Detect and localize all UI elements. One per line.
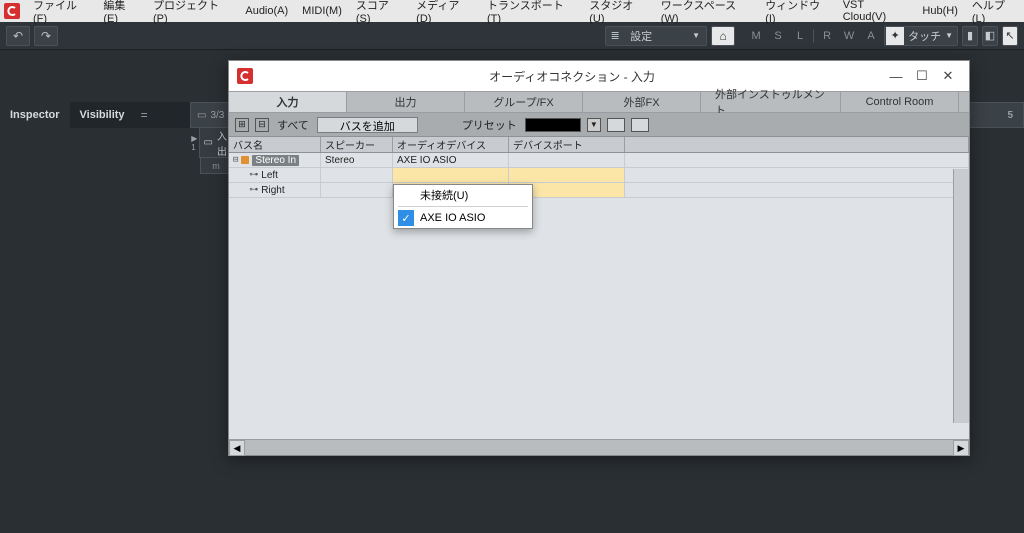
bus-grid: ⊟Stereo In Stereo AXE IO ASIO ⊶Left ⊶Rig… xyxy=(229,153,969,439)
main-toolbar: ↶ ↷ ≣ 設定 ▼ ⌂ M S L R W A ✦ タッチ ▼ ▮ ◧ ↖ xyxy=(0,22,1024,50)
tab-equals-icon[interactable]: = xyxy=(135,108,154,122)
left-panel: Inspector Visibility = xyxy=(0,50,190,533)
dialog-titlebar[interactable]: オーディオコネクション - 入力 — ☐ ✕ xyxy=(229,61,969,91)
bolt-icon: ✦ xyxy=(886,27,904,45)
menu-hub[interactable]: Hub(H) xyxy=(915,5,964,17)
app-icon xyxy=(237,68,253,84)
pointer-tool[interactable]: ↖ xyxy=(1002,26,1018,46)
table-row[interactable]: ⊶Right xyxy=(229,183,969,198)
column-headers: バス名 スピーカー オーディオデバイス デバイスポート xyxy=(229,137,969,153)
popup-option-device[interactable]: ✓ AXE IO ASIO xyxy=(394,208,532,228)
scroll-left-icon[interactable]: ◀ xyxy=(229,440,245,456)
tab-input[interactable]: 入力 xyxy=(229,92,347,112)
expand-all-button[interactable]: ⊞ xyxy=(235,118,249,132)
tab-output[interactable]: 出力 xyxy=(347,92,465,112)
a-toggle[interactable]: A xyxy=(862,26,880,46)
badge-icon: ▭ xyxy=(197,110,206,121)
device-popup: 未接続(U) ✓ AXE IO ASIO xyxy=(393,184,533,229)
settings-dropdown[interactable]: ≣ 設定 ▼ xyxy=(605,26,707,46)
maximize-button[interactable]: ☐ xyxy=(909,63,935,89)
tab-externalfx[interactable]: 外部FX xyxy=(583,92,701,112)
close-button[interactable]: ✕ xyxy=(935,63,961,89)
undo-button[interactable]: ↶ xyxy=(6,26,30,46)
speaker-icon xyxy=(241,156,249,164)
track-row[interactable]: ▭ 入出 xyxy=(199,128,232,158)
scroll-right-icon[interactable]: ▶ xyxy=(953,440,969,456)
mute-toggle[interactable]: M xyxy=(747,26,765,46)
preset-label: プリセット xyxy=(460,117,519,133)
menu-vstcloud[interactable]: VST Cloud(V) xyxy=(836,0,916,23)
solo-toggle[interactable]: S xyxy=(769,26,787,46)
menu-workspace[interactable]: ワークスペース(W) xyxy=(654,0,758,25)
collapse-all-button[interactable]: ⊟ xyxy=(255,118,269,132)
menu-score[interactable]: スコア(S) xyxy=(349,0,409,25)
horizontal-scrollbar[interactable]: ◀ ▶ xyxy=(229,439,969,455)
track-marker[interactable]: ▶1 xyxy=(190,128,199,158)
menu-media[interactable]: メディア(D) xyxy=(409,0,480,25)
write-toggle[interactable]: W xyxy=(840,26,858,46)
track-count: ▭ 3/3 xyxy=(190,102,232,128)
preset-save-button[interactable] xyxy=(607,118,625,132)
tab-visibility[interactable]: Visibility xyxy=(70,102,135,128)
col-busname[interactable]: バス名 xyxy=(229,137,321,152)
list-icon: ≣ xyxy=(606,29,624,42)
popup-divider xyxy=(398,206,528,207)
add-bus-button[interactable]: バスを追加 xyxy=(317,117,418,133)
app-icon xyxy=(4,3,20,19)
table-row[interactable]: ⊟Stereo In Stereo AXE IO ASIO xyxy=(229,153,969,168)
menu-studio[interactable]: スタジオ(U) xyxy=(582,0,654,25)
tool-button-1[interactable]: ▮ xyxy=(962,26,978,46)
menu-bar: ファイル(F) 編集(E) プロジェクト(P) Audio(A) MIDI(M)… xyxy=(0,0,1024,22)
automation-mode-dropdown[interactable]: ✦ タッチ ▼ xyxy=(884,26,958,46)
ruler-mark: 5 xyxy=(1007,110,1013,121)
audio-connections-dialog: オーディオコネクション - 入力 — ☐ ✕ 入力 出力 グループ/FX 外部F… xyxy=(228,60,970,456)
vertical-scrollbar[interactable] xyxy=(953,169,969,423)
col-speaker[interactable]: スピーカー xyxy=(321,137,393,152)
menu-edit[interactable]: 編集(E) xyxy=(96,0,146,25)
menu-project[interactable]: プロジェクト(P) xyxy=(146,0,238,25)
dialog-toolbar: ⊞ ⊟ すべて バスを追加 プリセット ▼ xyxy=(229,113,969,137)
listen-toggle[interactable]: L xyxy=(791,26,809,46)
chevron-down-icon: ▼ xyxy=(692,31,706,40)
tool-button-2[interactable]: ◧ xyxy=(982,26,998,46)
menu-midi[interactable]: MIDI(M) xyxy=(295,5,349,17)
col-spacer xyxy=(625,137,969,152)
dialog-body: バス名 スピーカー オーディオデバイス デバイスポート ⊟Stereo In S… xyxy=(229,137,969,455)
redo-button[interactable]: ↷ xyxy=(34,26,58,46)
home-button[interactable]: ⌂ xyxy=(711,26,735,46)
menu-file[interactable]: ファイル(F) xyxy=(26,0,96,25)
check-icon: ✓ xyxy=(398,210,414,226)
minimize-button[interactable]: — xyxy=(883,63,909,89)
popup-option-unconnected[interactable]: 未接続(U) xyxy=(394,185,532,205)
folder-icon: ▭ xyxy=(204,137,213,148)
preset-dropdown[interactable]: ▼ xyxy=(587,118,601,132)
read-toggle[interactable]: R xyxy=(818,26,836,46)
menu-audio[interactable]: Audio(A) xyxy=(238,5,295,17)
menu-help[interactable]: ヘルプ(L) xyxy=(965,0,1024,25)
dialog-tabs: 入力 出力 グループ/FX 外部FX 外部インストゥルメント Control R… xyxy=(229,91,969,113)
table-row[interactable]: ⊶Left xyxy=(229,168,969,183)
tab-controlroom[interactable]: Control Room xyxy=(841,92,959,112)
track-list: ▭ 3/3 ▶1 ▭ 入出 m xyxy=(190,50,232,533)
tree-toggle-icon[interactable]: ⊟ xyxy=(233,155,238,165)
preset-delete-button[interactable] xyxy=(631,118,649,132)
tab-inspector[interactable]: Inspector xyxy=(0,102,70,128)
tab-groupfx[interactable]: グループ/FX xyxy=(465,92,583,112)
col-audiodevice[interactable]: オーディオデバイス xyxy=(393,137,509,152)
tab-external-instrument[interactable]: 外部インストゥルメント xyxy=(701,92,841,112)
col-deviceport[interactable]: デバイスポート xyxy=(509,137,625,152)
chevron-down-icon: ▼ xyxy=(945,31,957,40)
preset-field[interactable] xyxy=(525,118,581,132)
menu-window[interactable]: ウィンドウ(I) xyxy=(758,0,836,25)
dialog-title: オーディオコネクション - 入力 xyxy=(261,68,883,85)
menu-transport[interactable]: トランスポート(T) xyxy=(480,0,582,25)
all-label: すべて xyxy=(275,117,311,133)
